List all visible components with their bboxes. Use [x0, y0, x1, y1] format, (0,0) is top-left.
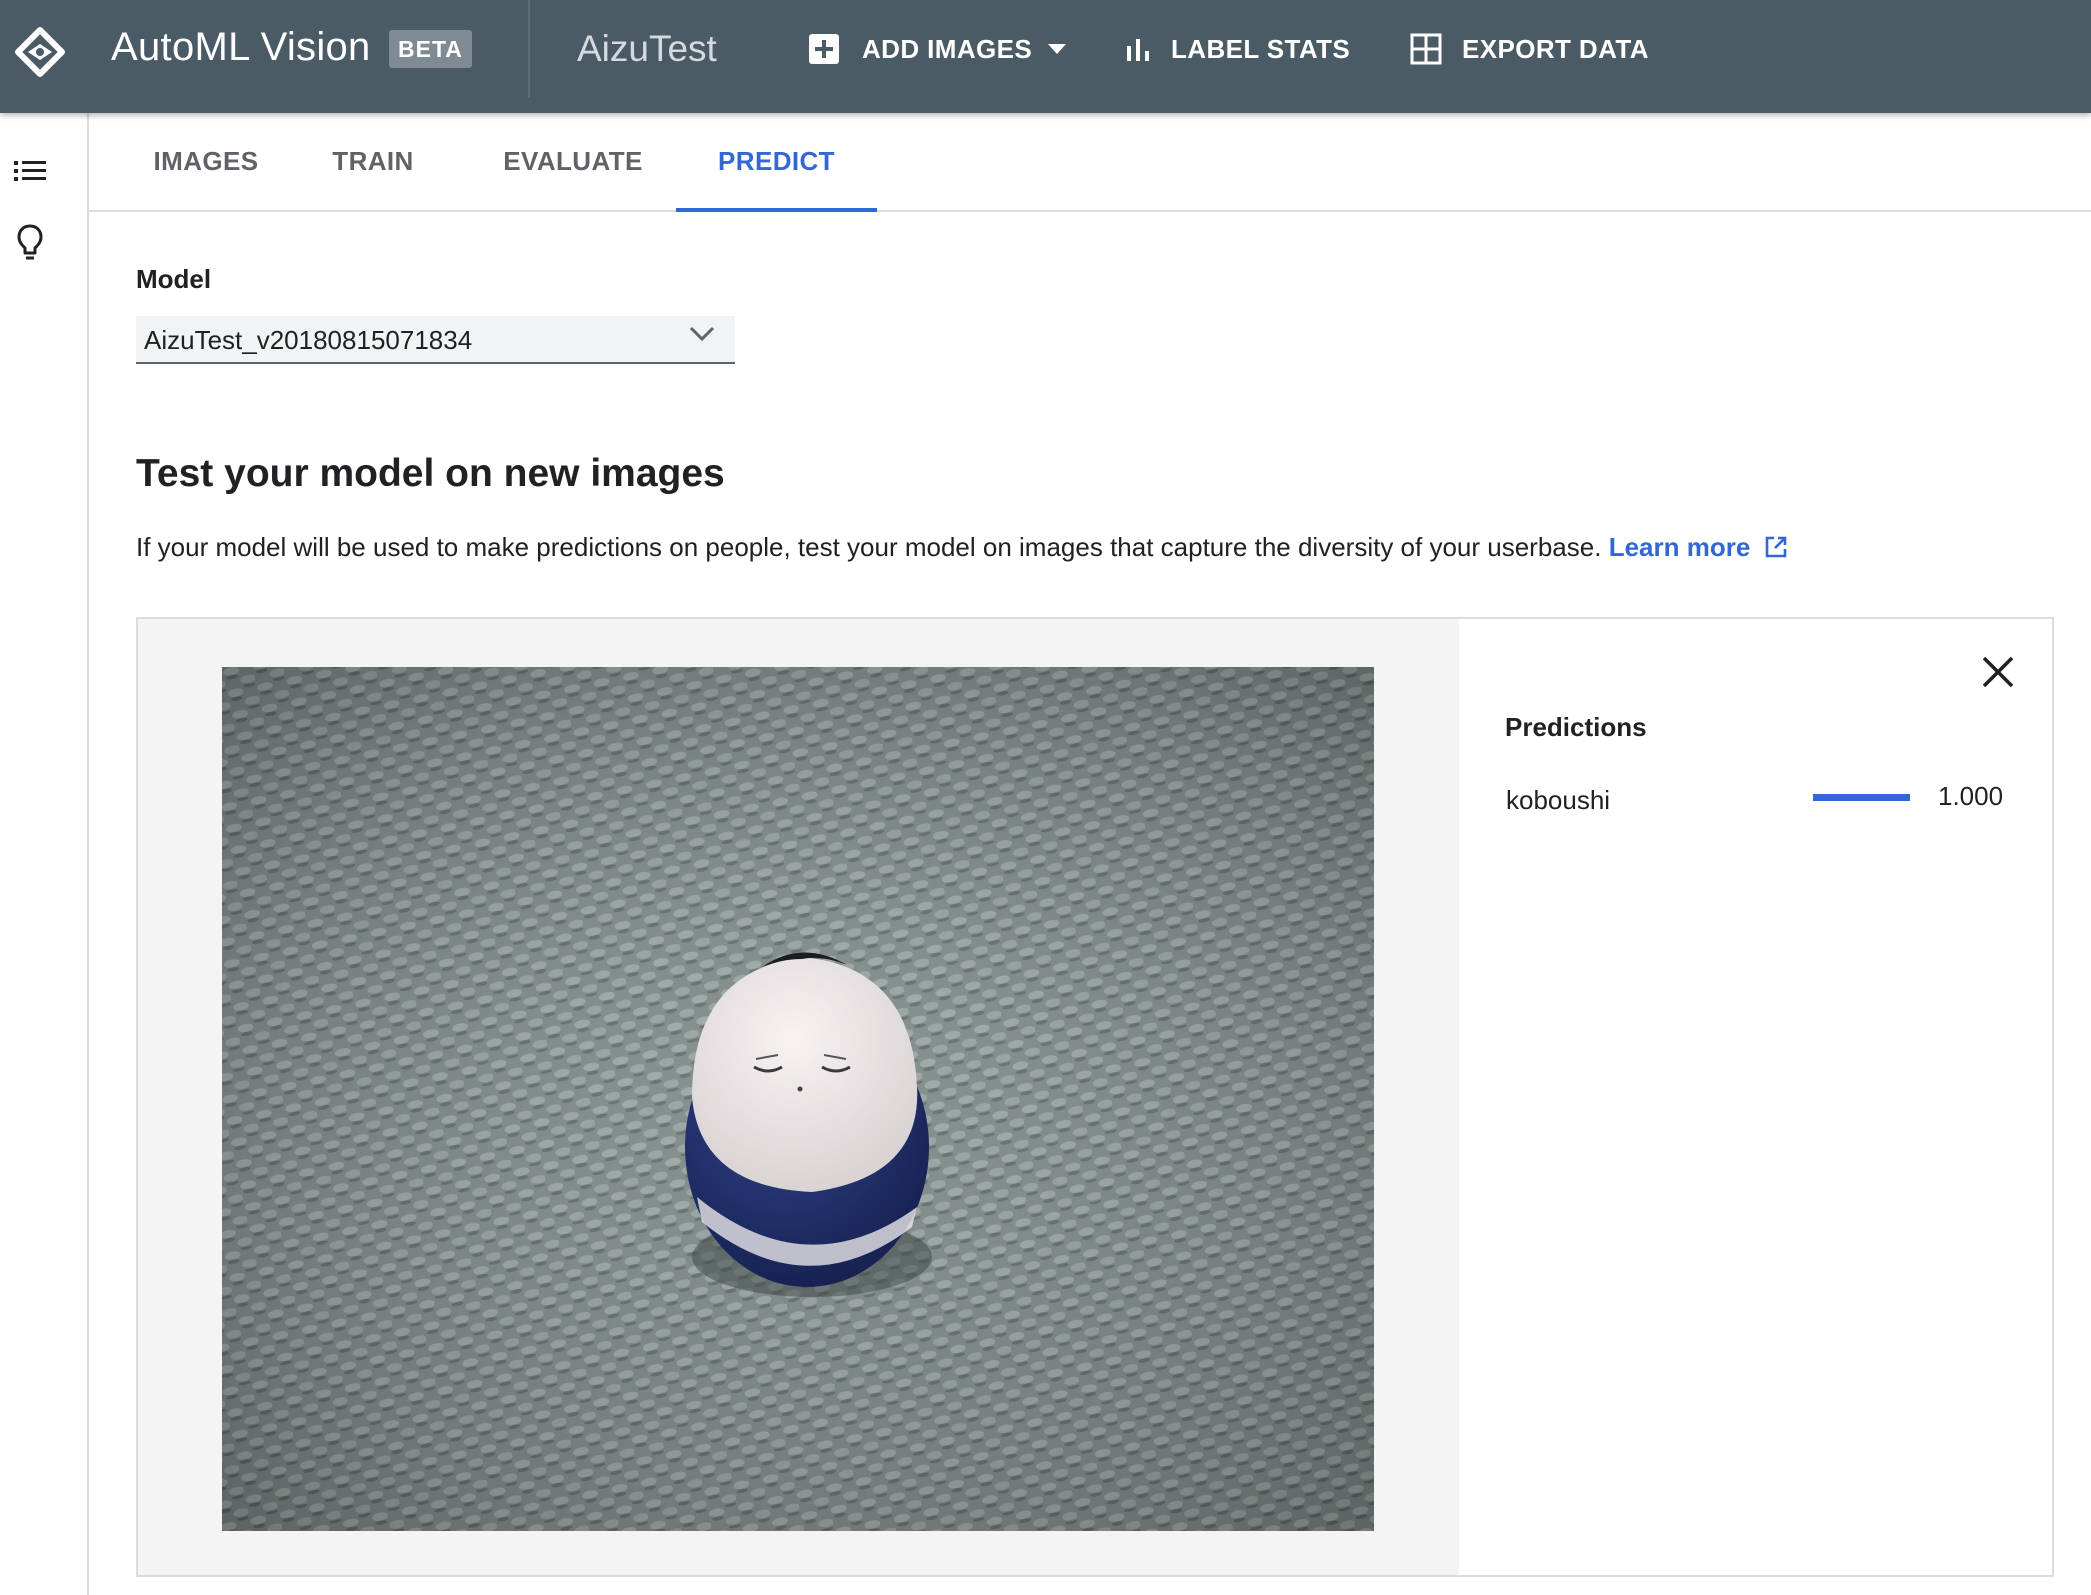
bar-chart-icon: [1127, 39, 1149, 61]
add-box-icon: [809, 34, 839, 64]
model-select-value: AizuTest_v20180815071834: [144, 325, 473, 355]
grid-icon: [1410, 33, 1442, 65]
add-images-button[interactable]: ADD IMAGES: [808, 0, 1067, 98]
top-app-bar: AutoML Vision BETA AizuTest ADD IMAGES L…: [0, 0, 2091, 113]
project-name[interactable]: AizuTest: [577, 28, 717, 70]
export-data-button[interactable]: EXPORT DATA: [1410, 0, 1649, 98]
dropdown-caret-icon: [1048, 44, 1067, 54]
model-select[interactable]: AizuTest_v20180815071834: [136, 316, 735, 364]
tab-evaluate[interactable]: EVALUATE: [493, 113, 653, 210]
model-label: Model: [136, 264, 212, 294]
tab-images[interactable]: IMAGES: [136, 113, 276, 210]
automl-logo-icon[interactable]: [14, 26, 66, 78]
tab-train[interactable]: TRAIN: [318, 113, 428, 210]
label-stats-button[interactable]: LABEL STATS: [1125, 0, 1350, 98]
description-text: If your model will be used to make predi…: [136, 532, 1602, 562]
prediction-score-bar: [1813, 794, 1910, 801]
close-icon[interactable]: [1980, 654, 2016, 690]
section-description: If your model will be used to make predi…: [136, 532, 1788, 563]
label-stats-label: LABEL STATS: [1171, 33, 1351, 64]
uploaded-photo: [222, 667, 1374, 1531]
prediction-card: [136, 617, 2054, 1577]
list-icon[interactable]: [14, 158, 46, 184]
predictions-title: Predictions: [1505, 712, 1647, 742]
header-divider: [528, 0, 530, 98]
learn-more-label: Learn more: [1608, 532, 1751, 562]
add-images-label: ADD IMAGES: [862, 33, 1033, 64]
tab-bar: IMAGES TRAIN EVALUATE PREDICT: [89, 113, 2091, 212]
prediction-label: koboushi: [1506, 785, 1611, 815]
export-data-label: EXPORT DATA: [1462, 33, 1649, 64]
prediction-score-bar-fill: [1813, 794, 1910, 801]
section-title: Test your model on new images: [136, 452, 725, 495]
external-link-icon: [1765, 536, 1787, 558]
chevron-down-icon: [689, 326, 715, 342]
image-preview-pane: [138, 619, 1459, 1575]
learn-more-link[interactable]: Learn more: [1609, 532, 1789, 562]
left-rail: [0, 113, 89, 1595]
tab-predict[interactable]: PREDICT: [676, 113, 877, 212]
app-title[interactable]: AutoML Vision: [111, 25, 371, 70]
lightbulb-icon[interactable]: [16, 223, 44, 261]
beta-badge: BETA: [389, 30, 472, 68]
prediction-score: 1.000: [1938, 781, 2004, 811]
